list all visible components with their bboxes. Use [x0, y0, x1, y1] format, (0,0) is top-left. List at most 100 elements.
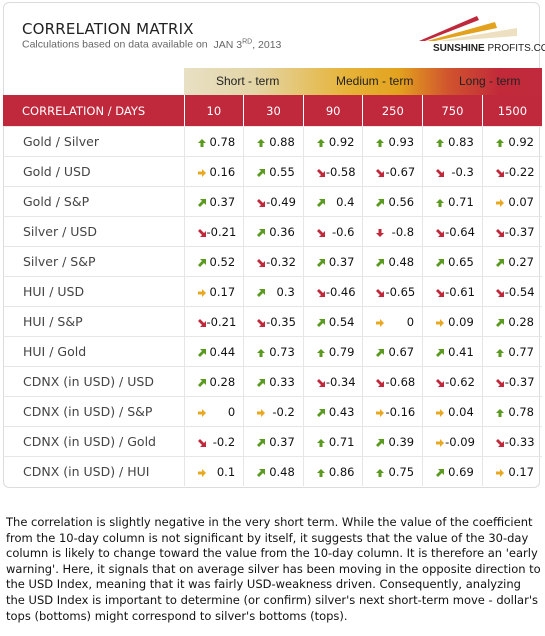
row-label: CDNX (in USD) / USD	[3, 366, 185, 397]
column-header: 750	[422, 95, 483, 127]
correlation-cell: 0.55	[243, 156, 304, 187]
correlation-cell: 0.54	[303, 306, 364, 337]
correlation-cell: 0.37	[184, 186, 245, 217]
subtitle: Calculations based on data available on …	[22, 38, 281, 51]
correlation-cell: -0.22	[482, 156, 542, 187]
row-label: Gold / Silver	[3, 126, 185, 157]
correlation-value: 0.93	[388, 134, 415, 149]
correlation-value: 0.92	[508, 134, 534, 149]
correlation-value: 0.48	[269, 464, 295, 479]
correlation-cell: 0.77	[482, 336, 542, 367]
table-row: CDNX (in USD) / HUI 0.1 0.48 0.86 0.75 0.69 0.…	[3, 456, 542, 486]
arrow-down-right-icon	[495, 227, 505, 237]
arrow-down-right-icon	[435, 287, 445, 297]
correlation-value: -0.2	[212, 434, 236, 449]
arrow-up-right-icon	[197, 257, 207, 267]
correlation-cell: -0.49	[243, 186, 304, 217]
arrow-up-right-icon	[435, 347, 445, 357]
correlation-value: 0.39	[388, 434, 415, 449]
correlation-value: -0.3	[451, 164, 474, 179]
arrow-up-icon	[197, 137, 207, 147]
table-body: Gold / Silver 0.78 0.88 0.92 0.93 0.83 0.92 Gol…	[3, 126, 542, 486]
table-row: CDNX (in USD) / Gold -0.2 0.37 0.71 0.39 -0.0…	[3, 426, 542, 457]
short-term-label: Short - term	[216, 74, 280, 88]
logo-text: SUNSHINE PROFITS.COM	[433, 43, 545, 54]
correlation-cell: 0.79	[303, 336, 364, 367]
correlation-value: 0.83	[448, 134, 474, 149]
correlation-value: -0.09	[445, 434, 475, 449]
row-label: HUI / S&P	[3, 306, 185, 337]
correlation-cell: -0.37	[482, 216, 542, 247]
correlation-cell: 0.92	[303, 126, 364, 157]
row-label: Gold / USD	[3, 156, 185, 187]
arrow-right-icon	[256, 407, 266, 417]
correlation-value: -0.34	[325, 374, 356, 389]
column-header: 1500	[482, 95, 542, 127]
correlation-value: -0.65	[385, 284, 416, 299]
description-paragraph: The correlation is slightly negative in …	[6, 515, 541, 623]
correlation-cell: 0	[362, 306, 424, 337]
correlation-value: 0.71	[328, 434, 355, 449]
column-header: 250	[362, 95, 424, 127]
correlation-value: 0.73	[269, 344, 295, 359]
arrow-down-right-icon	[375, 287, 385, 297]
correlation-cell: 0.07	[482, 186, 542, 217]
arrow-right-icon	[495, 197, 505, 207]
correlation-cell: -0.37	[482, 366, 542, 397]
correlation-value: -0.6	[332, 224, 355, 239]
correlation-value: 0.37	[209, 194, 236, 209]
table-header-row: CORRELATION / DAYS 10 30 90 250 750 1500	[3, 95, 542, 127]
correlation-cell: 0.3	[243, 276, 304, 307]
correlation-value: -0.22	[504, 164, 535, 179]
correlation-cell: 0.71	[422, 186, 483, 217]
arrow-down-right-icon	[316, 287, 326, 297]
column-header: 10	[184, 95, 245, 127]
arrow-down-right-icon	[435, 377, 445, 387]
correlation-cell: 0.71	[303, 426, 364, 457]
table-row: Gold / S&P 0.37 -0.49 0.4 0.56 0.71 0.07	[3, 186, 542, 217]
arrow-up-icon	[435, 197, 445, 207]
correlation-cell: 0.75	[362, 456, 424, 486]
long-term-label: Long - term	[459, 74, 521, 88]
correlation-cell: 0.36	[243, 216, 304, 247]
correlation-value: -0.54	[504, 284, 535, 299]
correlation-cell: 0.33	[243, 366, 304, 397]
correlation-value: -0.61	[445, 284, 475, 299]
correlation-cell: 0.92	[482, 126, 542, 157]
correlation-cell: -0.6	[303, 216, 364, 247]
correlation-value: 0.56	[388, 194, 415, 209]
correlation-value: 0.92	[328, 134, 355, 149]
correlation-value: 0.07	[508, 194, 534, 209]
arrow-up-icon	[316, 467, 326, 477]
correlation-cell: -0.3	[422, 156, 483, 187]
correlation-cell: 0.88	[243, 126, 304, 157]
date-suffix: RD	[242, 38, 253, 45]
arrow-down-right-icon	[435, 227, 445, 237]
arrow-up-icon	[316, 437, 326, 447]
correlation-cell: -0.62	[422, 366, 483, 397]
correlation-value: -0.62	[445, 374, 475, 389]
arrow-right-icon	[197, 467, 207, 477]
correlation-value: 0.52	[209, 254, 236, 269]
arrow-up-right-icon	[256, 227, 266, 237]
correlation-cell: 0.1	[184, 456, 245, 486]
arrow-right-icon	[197, 287, 207, 297]
arrow-up-right-icon	[256, 287, 266, 297]
arrow-up-icon	[495, 347, 505, 357]
correlation-value: 0.67	[388, 344, 415, 359]
correlation-value: -0.8	[391, 224, 415, 239]
correlation-cell: 0.17	[184, 276, 245, 307]
correlation-cell: 0.28	[482, 306, 542, 337]
arrow-down-right-icon	[256, 257, 266, 267]
correlation-value: 0.37	[269, 434, 295, 449]
correlation-value: -0.32	[266, 254, 296, 269]
arrow-up-right-icon	[197, 377, 207, 387]
sunshine-profits-logo[interactable]: SUNSHINE PROFITS.COM	[405, 8, 545, 56]
arrow-up-right-icon	[375, 257, 385, 267]
correlation-value: -0.16	[385, 404, 416, 419]
correlation-value: 0.54	[328, 314, 355, 329]
column-header: 90	[303, 95, 364, 127]
correlation-cell: -0.34	[303, 366, 364, 397]
date-label: JAN 3RD, 2013	[211, 38, 281, 51]
arrow-down-right-icon	[197, 317, 207, 327]
